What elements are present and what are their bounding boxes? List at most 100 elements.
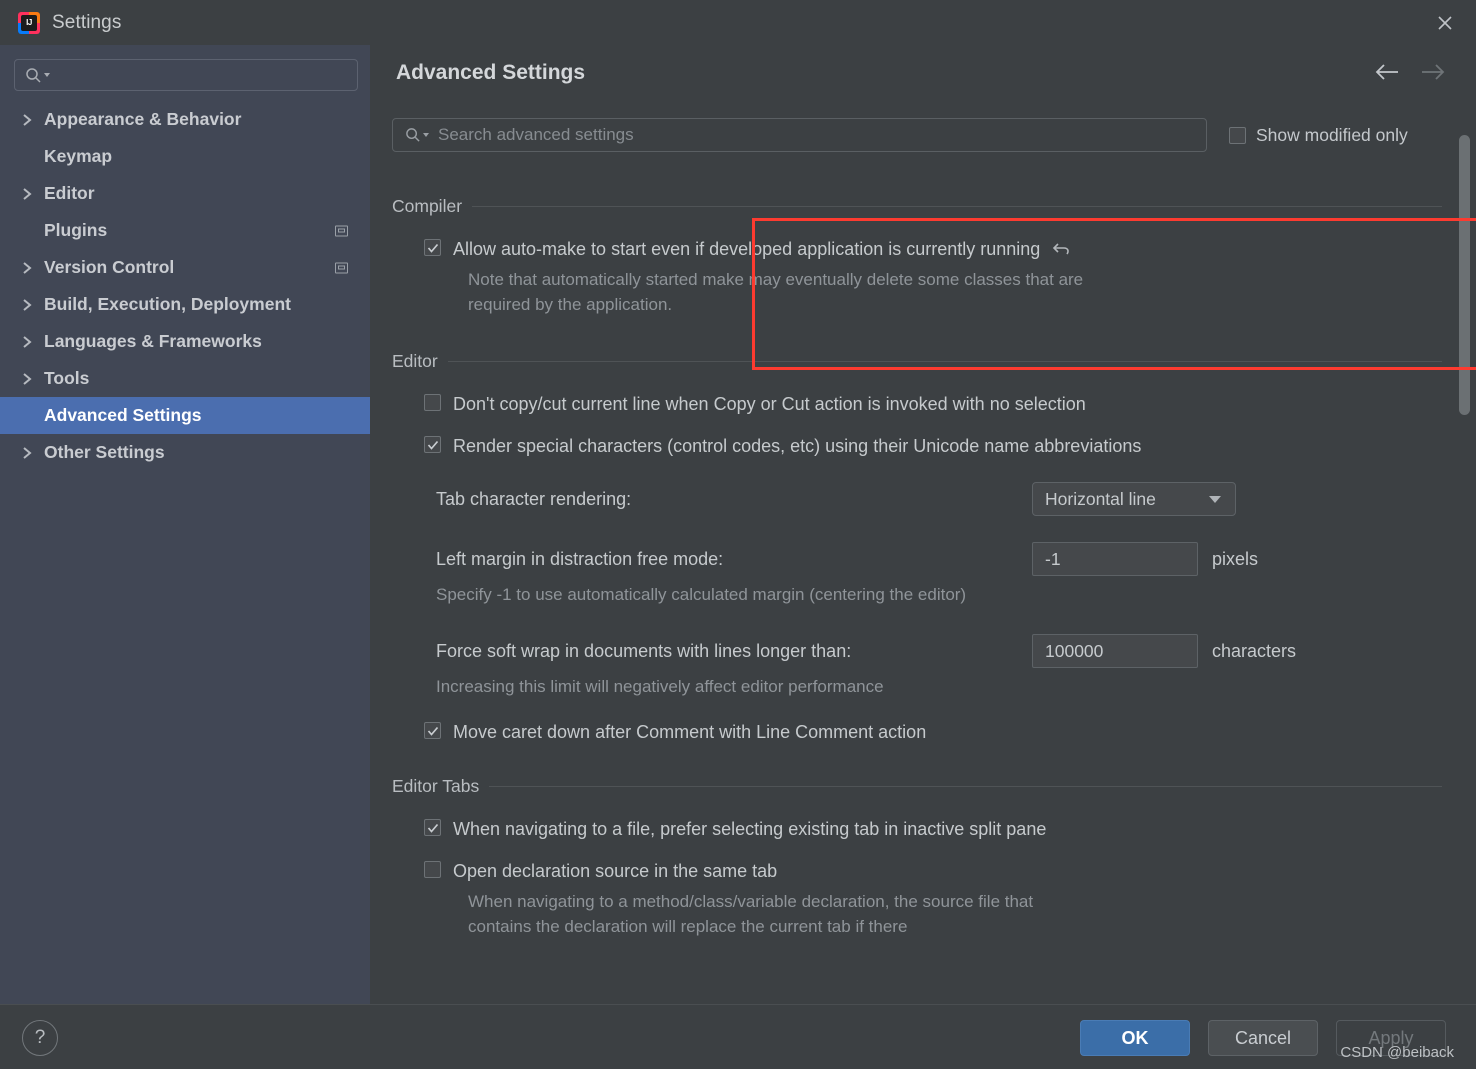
sidebar-item-appearance-behavior[interactable]: Appearance & Behavior [0,101,370,138]
setting-note: When navigating to a method/class/variab… [468,892,1034,936]
setting-row-checkbox[interactable]: Open declaration source in the same tab [392,861,1442,881]
chevron-right-icon [22,335,44,349]
setting-label: Left margin in distraction free mode: [436,548,724,569]
setting-note: Specify -1 to use automatically calculat… [436,585,967,604]
setting-checkbox[interactable] [424,394,441,411]
sidebar-item-languages-frameworks[interactable]: Languages & Frameworks [0,323,370,360]
sidebar-item-label: Advanced Settings [44,405,202,425]
setting-row-checkbox[interactable]: Don't copy/cut current line when Copy or… [392,394,1442,414]
chevron-right-icon [22,372,44,386]
setting-label: Force soft wrap in documents with lines … [436,640,852,661]
setting-label-wrap: Move caret down after Comment with Line … [453,722,926,742]
window-title: Settings [52,11,122,33]
setting-row-checkbox[interactable]: Allow auto-make to start even if develop… [392,239,1442,259]
revert-arrow-icon[interactable] [1052,240,1072,258]
nav-arrows [1374,63,1446,81]
arrow-left-icon[interactable] [1374,63,1400,81]
sidebar-search-input[interactable] [14,59,358,91]
number-value: -1 [1045,548,1061,569]
sidebar-item-version-control[interactable]: Version Control [0,249,370,286]
setting-label: Tab character rendering: [436,488,632,509]
setting-unit: pixels [1212,548,1259,569]
sidebar-item-keymap[interactable]: Keymap [0,138,370,175]
sidebar-item-label: Build, Execution, Deployment [44,294,291,314]
ok-button[interactable]: OK [1080,1020,1190,1056]
close-button[interactable] [1414,0,1476,45]
search-input[interactable]: Search advanced settings [392,118,1207,152]
setting-number-input[interactable]: -1 [1032,542,1198,576]
setting-note: Increasing this limit will negatively af… [436,677,884,696]
chevron-right-icon [22,187,44,201]
setting-row-checkbox[interactable]: Render special characters (control codes… [392,436,1442,456]
group-divider [472,205,1442,207]
dialog-footer: ? OK Cancel Apply CSDN @beiback [0,1004,1476,1069]
setting-dropdown[interactable]: Horizontal line [1032,482,1236,516]
sidebar-item-plugins[interactable]: Plugins [0,212,370,249]
setting-checkbox[interactable] [424,819,441,836]
settings-main-panel: Advanced Settings Search advanced settin… [370,45,1476,1004]
search-placeholder: Search advanced settings [438,125,634,144]
setting-unit: characters [1212,640,1297,661]
group-divider [489,785,1442,787]
sidebar-item-label: Other Settings [44,442,165,462]
group-title: Compiler [392,195,463,216]
sidebar-item-label: Appearance & Behavior [44,109,242,129]
main-header: Advanced Settings [370,45,1476,101]
setting-note: Note that automatically started make may… [468,270,1084,314]
setting-row-checkbox[interactable]: When navigating to a file, prefer select… [392,819,1442,839]
scrollbar-thumb[interactable] [1459,135,1470,415]
sidebar-item-advanced-settings[interactable]: Advanced Settings [0,397,370,434]
group-title: Editor [392,350,438,371]
settings-sidebar: Appearance & Behavior Keymap Editor Plugins… [0,45,370,1004]
logo-text: IJ [21,14,37,31]
setting-checkbox[interactable] [424,861,441,878]
setting-label: Move caret down after Comment with Line … [453,722,927,742]
dropdown-value: Horizontal line [1045,488,1156,509]
show-modified-only-toggle[interactable]: Show modified only [1229,125,1408,146]
group-header: Editor [392,350,1442,372]
chevron-down-icon [423,133,429,137]
vertical-scrollbar[interactable] [1459,135,1470,1004]
setting-row-number: Left margin in distraction free mode: -1 p… [392,542,1442,576]
sidebar-item-build-execution-deployment[interactable]: Build, Execution, Deployment [0,286,370,323]
arrow-right-icon[interactable] [1420,63,1446,81]
intellij-logo-icon: IJ [18,11,40,34]
number-value: 100000 [1045,640,1104,661]
watermark: CSDN @beiback [1340,1044,1454,1061]
setting-number-input[interactable]: 100000 [1032,634,1198,668]
search-icon [25,67,51,84]
show-modified-label: Show modified only [1256,124,1408,145]
sidebar-item-editor[interactable]: Editor [0,175,370,212]
chevron-down-icon [44,73,50,77]
sidebar-item-label: Languages & Frameworks [44,331,262,351]
chevron-right-icon [22,113,44,127]
chevron-right-icon [22,261,44,275]
help-button[interactable]: ? [22,1020,58,1056]
close-icon [1438,15,1452,30]
setting-label-wrap: Allow auto-make to start even if develop… [453,239,1072,259]
setting-checkbox[interactable] [424,239,441,256]
setting-row-checkbox[interactable]: Move caret down after Comment with Line … [392,722,1442,742]
cancel-button[interactable]: Cancel [1208,1020,1318,1056]
setting-row-number: Force soft wrap in documents with lines … [392,634,1442,668]
chevron-right-icon [22,298,44,312]
sidebar-item-tools[interactable]: Tools [0,360,370,397]
settings-content: Compiler Allow auto-make to start even if… [370,165,1476,1004]
group-header: Editor Tabs [392,775,1442,797]
group-divider [447,360,1442,362]
sidebar-item-label: Version Control [44,257,175,277]
setting-checkbox[interactable] [424,722,441,739]
setting-label: Render special characters (control codes… [453,436,1142,456]
settings-tree: Appearance & Behavior Keymap Editor Plugins… [0,101,370,471]
group-header: Compiler [392,195,1442,217]
show-modified-checkbox[interactable] [1229,126,1246,144]
sidebar-item-label: Tools [44,368,90,388]
sidebar-item-other-settings[interactable]: Other Settings [0,434,370,471]
settings-dialog: IJ Settings Appearance & Behavior Keymap… [0,0,1476,1069]
plugin-badge-icon [335,262,348,273]
setting-label-wrap: Don't copy/cut current line when Copy or… [453,394,1086,414]
title-bar: IJ Settings [0,0,1476,45]
setting-checkbox[interactable] [424,436,441,453]
advanced-search-row: Search advanced settings Show modified o… [392,118,1442,152]
setting-label-wrap: Open declaration source in the same tab [453,861,777,881]
